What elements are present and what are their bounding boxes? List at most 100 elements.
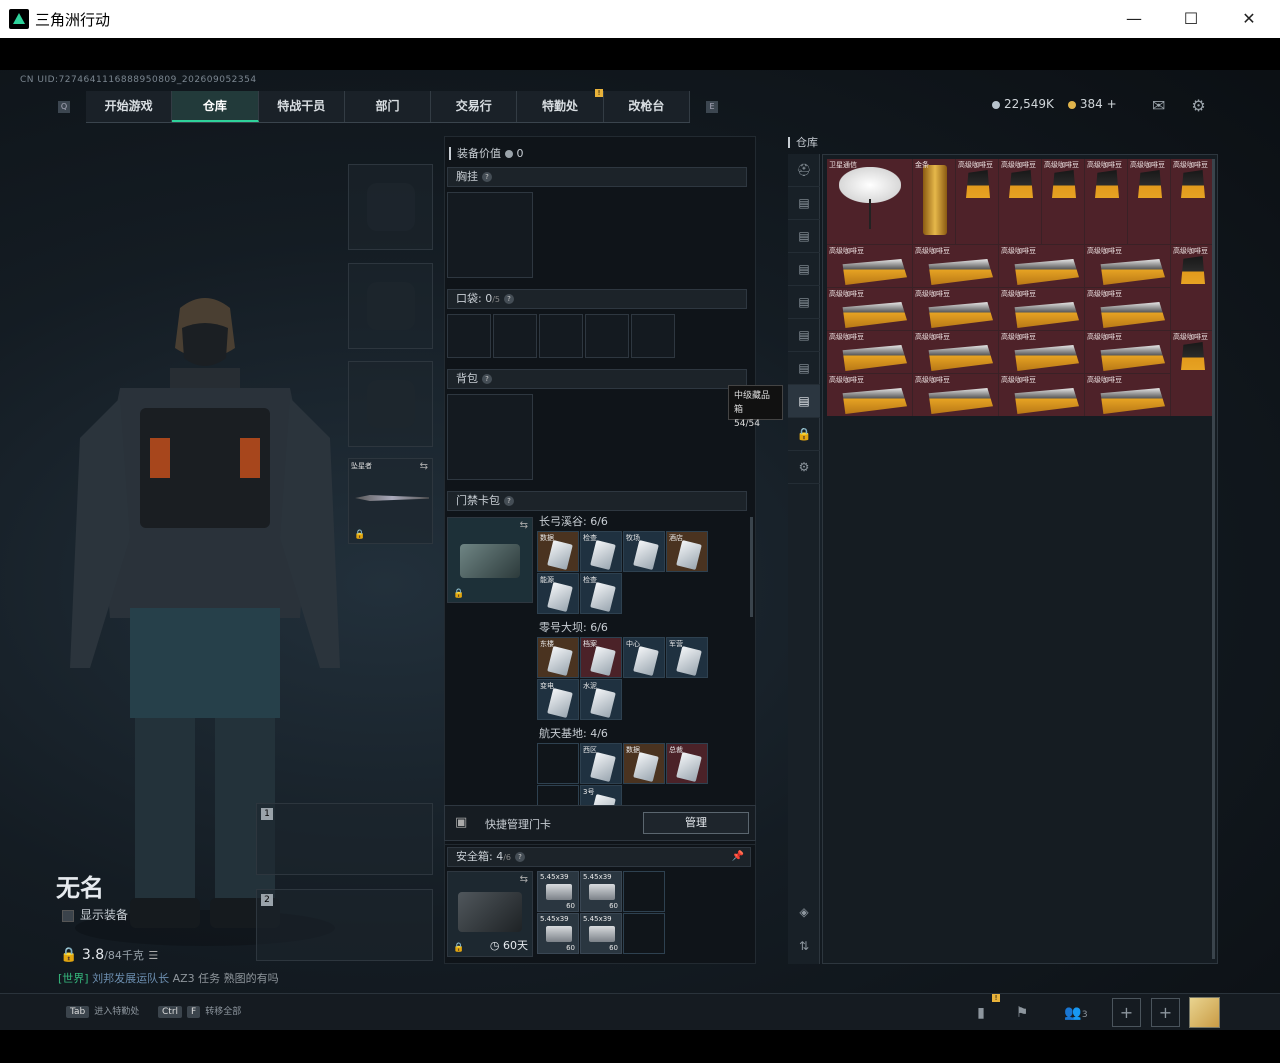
list-icon[interactable]: ☰ (148, 949, 158, 962)
stash-item[interactable]: 高级咖啡豆 (956, 159, 998, 244)
pocket-slot[interactable] (539, 314, 583, 358)
stash-item[interactable]: 高级咖啡豆 (999, 159, 1041, 244)
case-icon[interactable]: ▤ (788, 220, 820, 253)
ammo-item[interactable]: 5.45x39 60 (537, 871, 579, 912)
stash-item[interactable]: 高级咖啡豆 (827, 288, 912, 330)
pocket-slot[interactable] (585, 314, 629, 358)
tab-4[interactable]: 交易行 (431, 91, 518, 122)
enter-services-hint[interactable]: Tab 进入特勤处 (66, 1004, 139, 1018)
stash-item[interactable]: 高级咖啡豆 (999, 331, 1084, 373)
swap-icon[interactable]: ⇆ (520, 520, 528, 531)
manage-button[interactable]: 管理 (643, 812, 749, 834)
chat-line[interactable]: [世界] 刘邦发展运队长 AZ3 任务 熟图的有吗 (58, 970, 279, 986)
add-teammate-button[interactable]: + (1112, 998, 1141, 1027)
stash-item[interactable]: 高级咖啡豆 (1085, 245, 1170, 287)
chest-rig-slot[interactable] (447, 192, 533, 278)
pocket-slot[interactable] (447, 314, 491, 358)
stash-item[interactable]: 高级咖啡豆 (1085, 331, 1170, 373)
helmet-icon[interactable]: ⛑ (788, 154, 820, 187)
flag-icon[interactable]: ⚑ (1011, 1002, 1033, 1024)
nav-prev-key[interactable]: Q (58, 101, 70, 113)
stash-item[interactable]: 高级咖啡豆 (1085, 374, 1170, 416)
stash-item[interactable]: 高级咖啡豆 (1171, 245, 1213, 330)
keycard-wallet-slot[interactable]: ⇆ 🔒 (447, 517, 533, 603)
keycard-item[interactable]: 西区 (580, 743, 622, 784)
armor-slot[interactable] (348, 263, 433, 349)
stash-item[interactable]: 高级咖啡豆 (999, 288, 1084, 330)
stash-item[interactable]: 高级咖啡豆 (827, 374, 912, 416)
ammo-item[interactable]: 5.45x39 60 (580, 913, 622, 954)
backpack-slot[interactable] (447, 394, 533, 480)
scrollbar[interactable] (1212, 159, 1215, 959)
stash-item[interactable]: 高级咖啡豆 (1085, 159, 1127, 244)
lock-icon[interactable]: 🔒 (788, 418, 820, 451)
pocket-slot[interactable] (493, 314, 537, 358)
stash-item[interactable]: 高级咖啡豆 (1128, 159, 1170, 244)
stash-item[interactable]: 高级咖啡豆 (999, 245, 1084, 287)
stash-item[interactable]: 高级咖啡豆 (827, 245, 912, 287)
friends-button[interactable]: 👥3 (1060, 1002, 1092, 1024)
tab-6[interactable]: 改枪台 (604, 91, 690, 122)
tab-3[interactable]: 部门 (345, 91, 432, 122)
gold-currency[interactable]: 384 + (1067, 97, 1117, 111)
pin-icon[interactable]: 📌 (732, 848, 744, 866)
help-icon[interactable]: ? (504, 294, 515, 304)
melee-slot[interactable]: 坠星者 ⇆ 🔒 (348, 458, 433, 544)
case-icon[interactable]: ▤ (788, 319, 820, 352)
close-button[interactable]: ✕ (1229, 4, 1269, 34)
secondary-weapon-slot[interactable]: 2 (256, 889, 433, 961)
stash-item[interactable]: 卫星通信 (827, 159, 912, 244)
tab-0[interactable]: 开始游戏 (86, 91, 173, 122)
safe-box-slot[interactable]: ⇆ 🔒 ◷ 60天 (447, 871, 533, 957)
stash-item[interactable]: 高级咖啡豆 (1171, 159, 1213, 244)
stash-item[interactable]: 高级咖啡豆 (913, 245, 998, 287)
stash-item[interactable]: 高级咖啡豆 (1085, 288, 1170, 330)
scrollbar[interactable] (750, 517, 753, 617)
help-icon[interactable]: ? (482, 172, 492, 182)
gear-icon[interactable]: ⚙ (788, 451, 820, 484)
keycard-item[interactable]: 档案 (580, 637, 622, 678)
empty-slot[interactable] (623, 871, 665, 912)
stash-item[interactable]: 高级咖啡豆 (913, 374, 998, 416)
keycard-item[interactable]: 酒店 (666, 531, 708, 572)
keycard-item[interactable]: 总裁 (666, 743, 708, 784)
help-icon[interactable]: ? (482, 374, 492, 384)
empty-slot[interactable] (623, 913, 665, 954)
stash-item[interactable]: 高级咖啡豆 (1171, 331, 1213, 416)
pocket-slot[interactable] (631, 314, 675, 358)
tab-5[interactable]: 特勤处 (517, 91, 604, 122)
nav-next-key[interactable]: E (706, 101, 718, 113)
add-teammate-button[interactable]: + (1151, 998, 1180, 1027)
tab-2[interactable]: 特战干员 (259, 91, 345, 122)
sort-icon[interactable]: ⇅ (788, 930, 820, 963)
keycard-item[interactable]: 牧场 (623, 531, 665, 572)
show-equipment-toggle[interactable]: 显示装备 (62, 906, 128, 923)
case-icon[interactable]: ▤ (788, 286, 820, 319)
stash-item[interactable]: 高级咖啡豆 (1042, 159, 1084, 244)
keycard-item[interactable]: 东楼 (537, 637, 579, 678)
keycard-item[interactable]: 变电 (537, 679, 579, 720)
stash-item[interactable]: 高级咖啡豆 (827, 331, 912, 373)
case-icon[interactable]: ▤ (788, 187, 820, 220)
player-avatar[interactable] (1189, 997, 1220, 1028)
maximize-button[interactable]: ☐ (1171, 4, 1211, 34)
keycard-item[interactable]: 军营 (666, 637, 708, 678)
keycard-item[interactable]: 中心 (623, 637, 665, 678)
keycard-item[interactable] (537, 743, 579, 784)
gear-icon[interactable]: ⚙ (1191, 96, 1205, 115)
layers-icon[interactable]: ◈ (788, 896, 820, 929)
keycard-item[interactable]: 数据 (537, 531, 579, 572)
keycard-item[interactable]: 检查 (580, 531, 622, 572)
pistol-slot[interactable] (348, 361, 433, 447)
keycard-item[interactable]: 检查 (580, 573, 622, 614)
stash-item[interactable]: 高级咖啡豆 (913, 288, 998, 330)
swap-icon[interactable]: ⇆ (420, 461, 428, 472)
case-icon[interactable]: ▤ (788, 352, 820, 385)
case-icon[interactable]: ▤ (788, 385, 820, 418)
ammo-item[interactable]: 5.45x39 60 (580, 871, 622, 912)
help-icon[interactable]: ? (515, 852, 526, 862)
swap-icon[interactable]: ⇆ (520, 874, 528, 885)
tab-1[interactable]: 仓库 (172, 91, 259, 122)
stash-item[interactable]: 高级咖啡豆 (913, 331, 998, 373)
ammo-item[interactable]: 5.45x39 60 (537, 913, 579, 954)
